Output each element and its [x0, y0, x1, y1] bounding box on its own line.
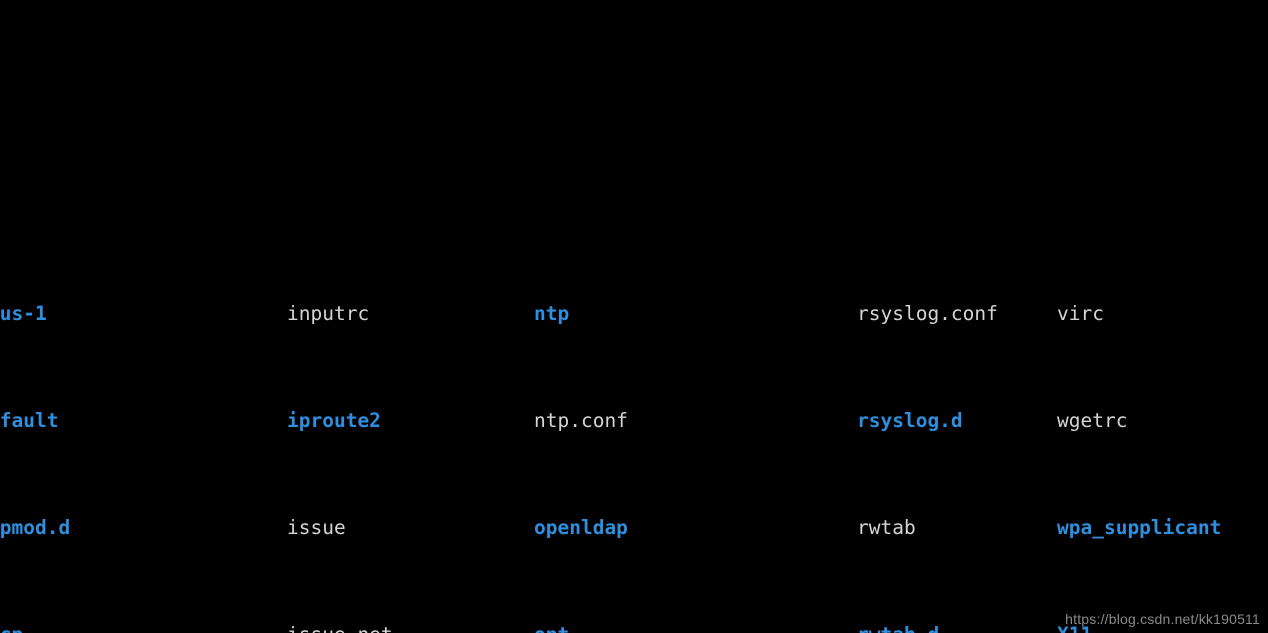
ls-entry[interactable]: iproute2	[287, 408, 381, 435]
ls-etc-output: bus-1 inputrc ntp rsyslog.conf virc efau…	[0, 221, 1268, 633]
ls-entry[interactable]: opt	[534, 622, 569, 633]
ls-row: bus-1 inputrc ntp rsyslog.conf virc	[0, 301, 1268, 328]
ls-entry[interactable]: rsyslog.d	[857, 408, 963, 435]
ls-entry[interactable]: rsyslog.conf	[857, 301, 998, 328]
ls-entry[interactable]: issue.net	[287, 622, 393, 633]
ls-row: efault iproute2 ntp.conf rsyslog.d wgetr…	[0, 408, 1268, 435]
ls-entry[interactable]: hcp	[0, 622, 23, 633]
ls-entry[interactable]: virc	[1057, 301, 1104, 328]
ls-entry[interactable]: bus-1	[0, 301, 47, 328]
ls-row: epmod.d issue openldap rwtab wpa_supplic…	[0, 515, 1268, 542]
ls-entry[interactable]: inputrc	[287, 301, 369, 328]
ls-entry[interactable]: issue	[287, 515, 346, 542]
ls-entry[interactable]: rwtab.d	[857, 622, 939, 633]
ls-entry[interactable]: efault	[0, 408, 58, 435]
watermark-url: https://blog.csdn.net/kk190511	[1065, 611, 1260, 627]
ls-entry[interactable]: openldap	[534, 515, 628, 542]
ls-entry[interactable]: rwtab	[857, 515, 916, 542]
terminal-screen: bus-1 inputrc ntp rsyslog.conf virc efau…	[0, 0, 1268, 633]
ls-entry[interactable]: wgetrc	[1057, 408, 1127, 435]
ls-entry[interactable]: ntp.conf	[534, 408, 628, 435]
ls-entry[interactable]: wpa_supplicant	[1057, 515, 1221, 542]
terminal-window[interactable]: bus-1 inputrc ntp rsyslog.conf virc efau…	[0, 0, 1268, 633]
ls-entry[interactable]: ntp	[534, 301, 569, 328]
ls-entry[interactable]: epmod.d	[0, 515, 70, 542]
clipped-row-top	[0, 88, 1268, 115]
